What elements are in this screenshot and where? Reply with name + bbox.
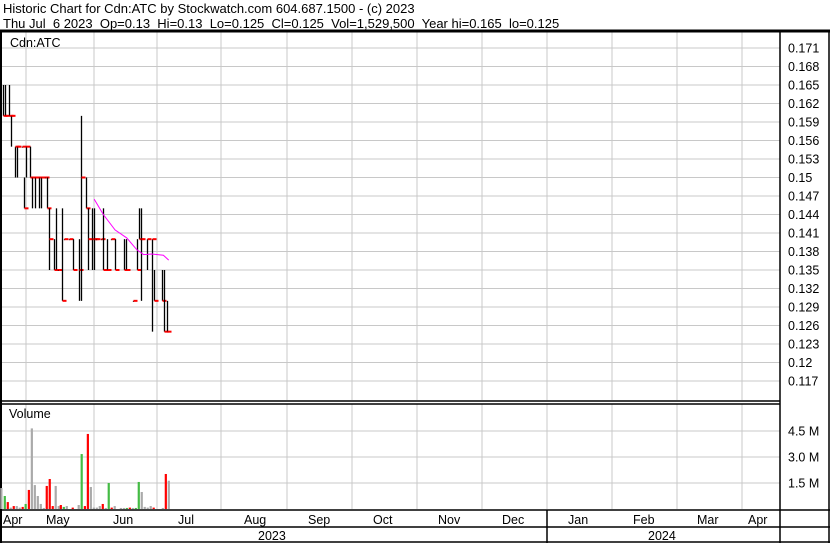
volume-bar	[98, 506, 101, 509]
volume-bar	[62, 506, 65, 509]
month-label: Aug	[244, 513, 266, 527]
volume-bar	[6, 502, 9, 509]
volume-bar	[65, 506, 68, 509]
volume-bar	[48, 479, 51, 509]
price-tick-label: 0.147	[788, 190, 819, 204]
moving-average	[93, 198, 170, 261]
volume-tick-label: 4.5 M	[788, 425, 819, 439]
month-label: Oct	[373, 513, 393, 527]
volume-bar	[80, 454, 83, 509]
volume-bar	[45, 485, 48, 509]
volume-bar	[125, 507, 128, 509]
volume-bar	[21, 506, 24, 509]
volume-bar	[0, 488, 3, 509]
volume-bar	[128, 507, 131, 509]
price-tick-label: 0.165	[788, 79, 819, 93]
price-tick-label: 0.129	[788, 301, 819, 315]
volume-bar	[131, 507, 134, 509]
volume-bar	[119, 507, 122, 509]
volume-bar	[146, 507, 149, 509]
price-tick-label: 0.156	[788, 134, 819, 148]
volume-bar	[164, 473, 167, 509]
volume-bar	[59, 505, 62, 509]
volume-bar	[161, 507, 164, 509]
volume-bar	[110, 507, 113, 509]
volume-bar	[86, 433, 89, 509]
volume-bar	[12, 506, 15, 509]
price-tick-label: 0.159	[788, 116, 819, 130]
volume-bar	[122, 507, 125, 509]
volume-bar	[83, 506, 86, 509]
volume-bar	[107, 483, 110, 509]
price-panel-label: Cdn:ATC	[10, 36, 60, 50]
price-tick-label: 0.171	[788, 42, 819, 56]
price-axis: 0.171 0.168 0.165 0.162 0.159 0.156 0.153 0.15 0…	[788, 42, 819, 389]
month-label: Jun	[113, 513, 133, 527]
month-label: Sep	[308, 513, 330, 527]
volume-bar	[89, 486, 92, 509]
month-label: Mar	[697, 513, 719, 527]
volume-bar	[71, 507, 74, 509]
price-tick-label: 0.162	[788, 97, 819, 111]
volume-bar	[152, 507, 155, 509]
volume-bar	[149, 506, 152, 509]
month-label: Nov	[438, 513, 461, 527]
volume-bar	[33, 485, 36, 509]
volume-bar	[137, 481, 140, 509]
volume-bar	[57, 506, 60, 509]
price-tick-label: 0.12	[788, 356, 812, 370]
month-label: Jul	[178, 513, 194, 527]
volume-bar	[39, 503, 42, 509]
volume-bar	[3, 496, 6, 509]
volume-tick-label: 3.0 M	[788, 451, 819, 465]
price-tick-label: 0.135	[788, 264, 819, 278]
volume-bar	[140, 492, 143, 509]
price-tick-label: 0.138	[788, 245, 819, 259]
volume-tick-label: 1.5 M	[788, 477, 819, 491]
volume-bar	[113, 506, 116, 509]
volume-bar	[9, 507, 12, 509]
volume-bar	[15, 506, 18, 509]
volume-bar	[104, 507, 107, 509]
month-axis: Apr May Jun Jul Aug Sep Oct Nov Dec Jan Feb Mar Apr 2…	[3, 513, 767, 543]
price-tick-label: 0.153	[788, 153, 819, 167]
volume-bar	[134, 507, 137, 509]
month-label: Apr	[3, 513, 22, 527]
volume-bar	[42, 507, 45, 509]
volume-bar	[77, 505, 80, 509]
price-volume-chart: Cdn:ATC Volume 0.171 0.168 0.165 0.162 0.159…	[0, 29, 830, 543]
month-label: Jan	[568, 513, 588, 527]
volume-bar	[167, 480, 170, 509]
volume-bar	[51, 506, 54, 509]
price-tick-label: 0.141	[788, 227, 819, 241]
volume-bar	[36, 496, 39, 509]
volume-bar	[143, 506, 146, 509]
volume-bar	[18, 507, 21, 509]
price-tick-label: 0.144	[788, 208, 819, 222]
volume-bar	[92, 507, 95, 509]
price-tick-label: 0.126	[788, 319, 819, 333]
volume-bar	[95, 507, 98, 509]
price-tick-label: 0.168	[788, 60, 819, 74]
volume-bar	[30, 428, 33, 509]
month-label: Dec	[502, 513, 524, 527]
chart-frame	[0, 29, 830, 543]
month-label: Apr	[748, 513, 767, 527]
price-tick-label: 0.15	[788, 171, 812, 185]
month-label: Feb	[633, 513, 655, 527]
volume-bar	[101, 503, 104, 509]
volume-bar	[24, 503, 27, 509]
year-label: 2024	[648, 529, 676, 543]
price-tick-label: 0.132	[788, 282, 819, 296]
volume-axis: 4.5 M 3.0 M 1.5 M	[788, 425, 819, 491]
month-label: May	[46, 513, 70, 527]
stock-chart-window: Historic Chart for Cdn:ATC by Stockwatch…	[0, 0, 830, 543]
volume-panel-label: Volume	[9, 407, 51, 421]
volume-bar	[27, 489, 30, 509]
price-tick-label: 0.117	[788, 375, 818, 389]
moving-average-line	[93, 198, 170, 261]
volume-bar	[54, 485, 57, 509]
price-tick-label: 0.123	[788, 338, 819, 352]
year-label: 2023	[258, 529, 286, 543]
